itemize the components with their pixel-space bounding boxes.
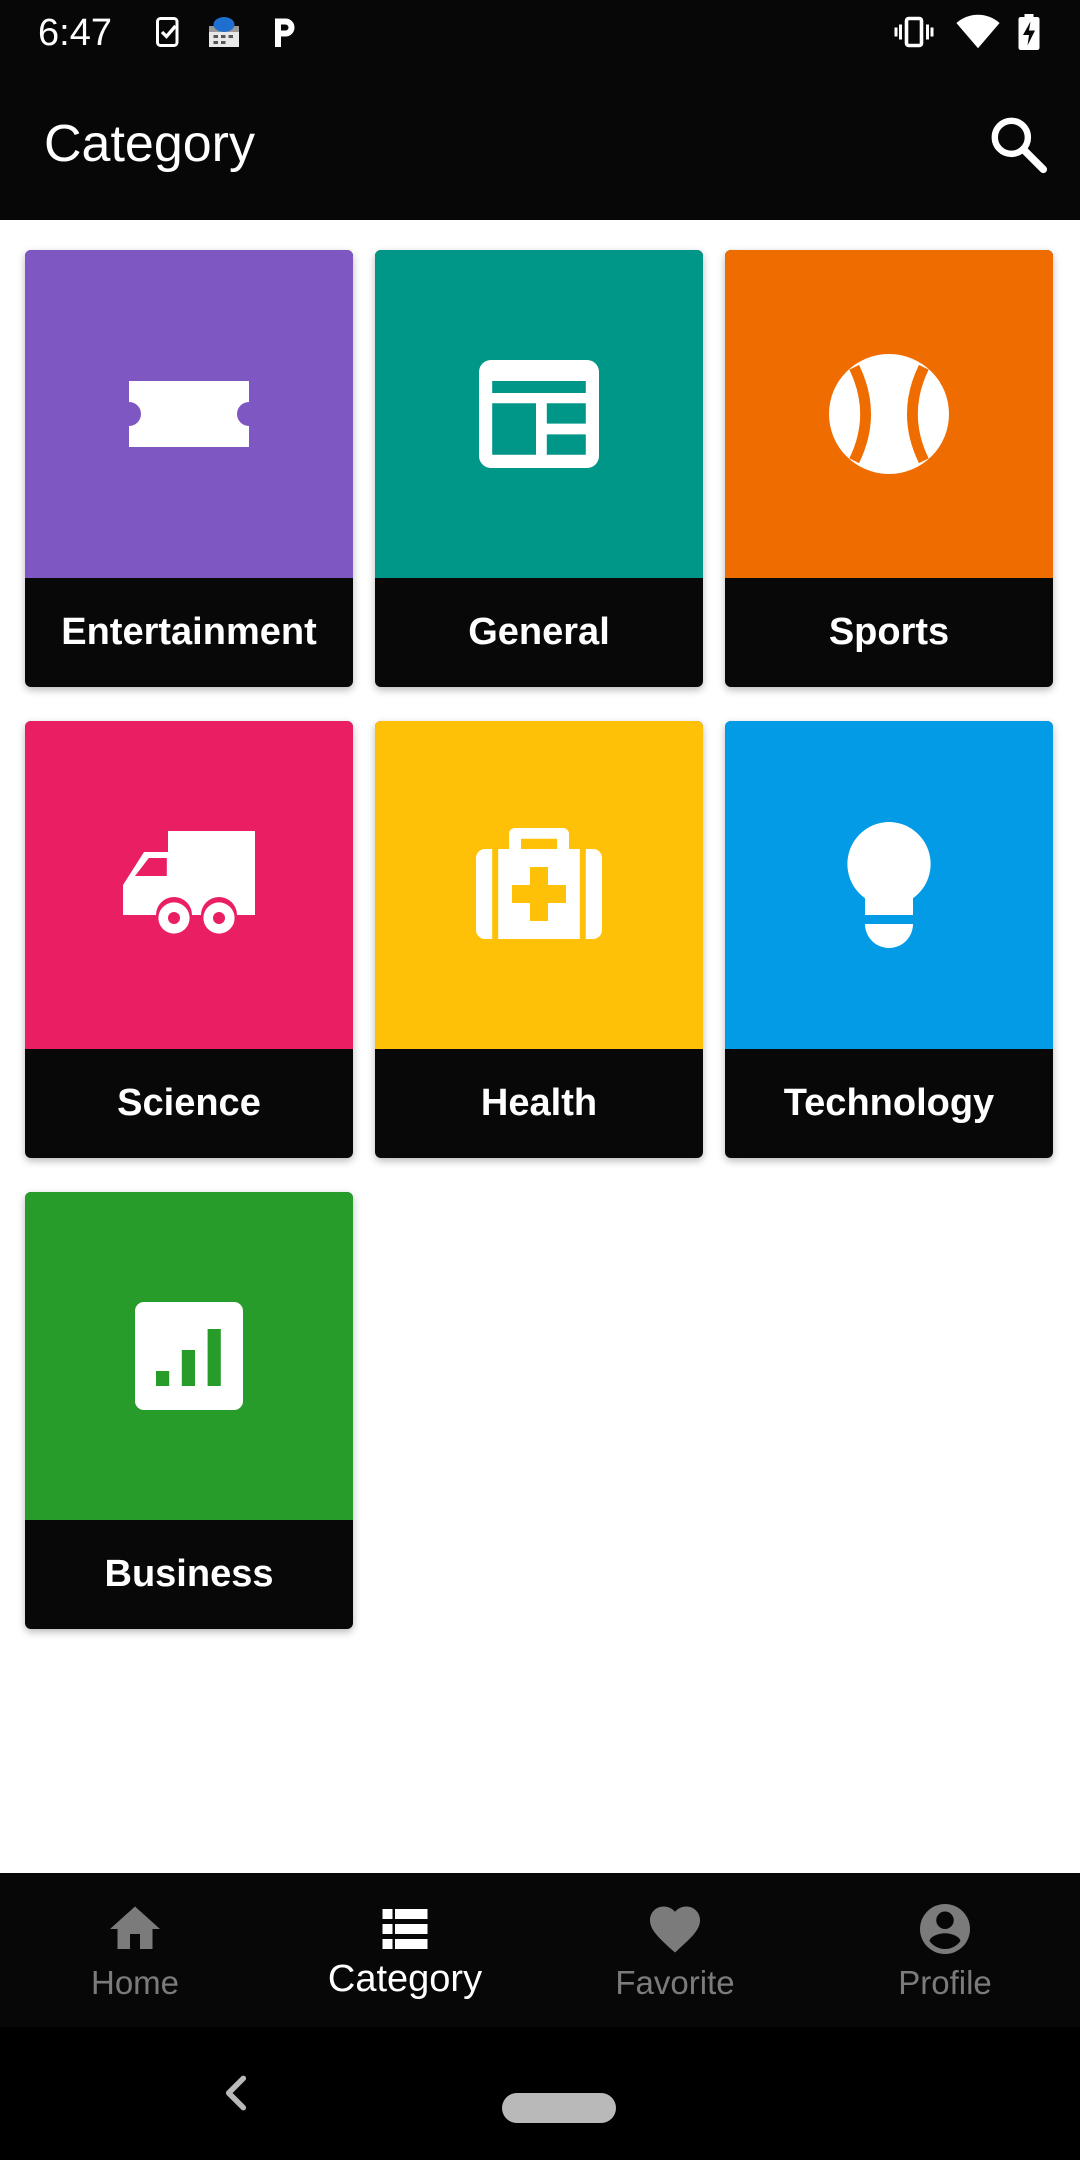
app-bar: Category xyxy=(0,66,1080,220)
tennis-ball-icon xyxy=(829,354,949,474)
ticket-icon xyxy=(129,381,249,447)
card-color-block xyxy=(375,721,703,1049)
nav-favorite[interactable]: Favorite xyxy=(540,1873,810,2027)
nav-category-label: Category xyxy=(327,1958,483,2000)
list-icon xyxy=(375,1899,435,1959)
category-screen: 6:47 Category Entertainment General Spor… xyxy=(0,0,1080,2160)
newspaper-icon xyxy=(479,360,599,468)
heart-icon xyxy=(645,1899,705,1959)
category-card-sports[interactable]: Sports xyxy=(725,250,1053,687)
status-bar: 6:47 xyxy=(0,0,1080,66)
category-label: Science xyxy=(117,1082,261,1124)
battery-charging-icon xyxy=(1016,14,1042,50)
system-navigation-bar xyxy=(0,2027,1080,2160)
bar-chart-icon xyxy=(135,1302,243,1410)
parking-p-icon xyxy=(266,14,302,50)
search-button[interactable] xyxy=(986,112,1050,176)
category-card-technology[interactable]: Technology xyxy=(725,721,1053,1158)
vibrate-icon xyxy=(892,14,936,50)
category-label: Business xyxy=(104,1553,274,1595)
card-color-block xyxy=(25,721,353,1049)
category-card-business[interactable]: Business xyxy=(25,1192,353,1629)
card-color-block xyxy=(375,250,703,578)
home-pill[interactable] xyxy=(502,2093,616,2123)
card-color-block xyxy=(725,250,1053,578)
nav-profile[interactable]: Profile xyxy=(810,1873,1080,2027)
nav-home-label: Home xyxy=(90,1964,180,2001)
back-chevron-icon xyxy=(225,2075,247,2111)
card-color-block xyxy=(25,1192,353,1520)
category-label: Entertainment xyxy=(61,611,317,653)
home-icon xyxy=(105,1899,165,1959)
nav-favorite-label: Favorite xyxy=(615,1964,735,2001)
wifi-icon xyxy=(956,14,1000,50)
nav-category[interactable]: Category xyxy=(270,1873,540,2027)
search-icon xyxy=(991,117,1048,174)
status-time: 6:47 xyxy=(38,12,112,54)
card-color-block xyxy=(725,721,1053,1049)
medical-bag-icon xyxy=(476,828,602,939)
account-circle-icon xyxy=(915,1899,975,1959)
category-label: General xyxy=(468,611,610,653)
bottom-navigation: Home Category Favorite Profile xyxy=(0,1873,1080,2027)
system-back-button[interactable] xyxy=(216,2071,256,2115)
lightbulb-icon xyxy=(847,822,931,948)
truck-icon xyxy=(123,831,255,934)
category-label: Health xyxy=(480,1082,598,1124)
page-title: Category xyxy=(44,115,255,173)
category-label: Technology xyxy=(783,1082,995,1124)
nav-home[interactable]: Home xyxy=(0,1873,270,2027)
category-card-health[interactable]: Health xyxy=(375,721,703,1158)
nav-profile-label: Profile xyxy=(898,1964,992,2001)
card-color-block xyxy=(25,250,353,578)
category-card-general[interactable]: General xyxy=(375,250,703,687)
category-card-science[interactable]: Science xyxy=(25,721,353,1158)
category-label: Sports xyxy=(828,611,950,653)
category-card-entertainment[interactable]: Entertainment xyxy=(25,250,353,687)
task-check-icon xyxy=(150,14,186,50)
cloud-calendar-icon xyxy=(206,14,242,50)
